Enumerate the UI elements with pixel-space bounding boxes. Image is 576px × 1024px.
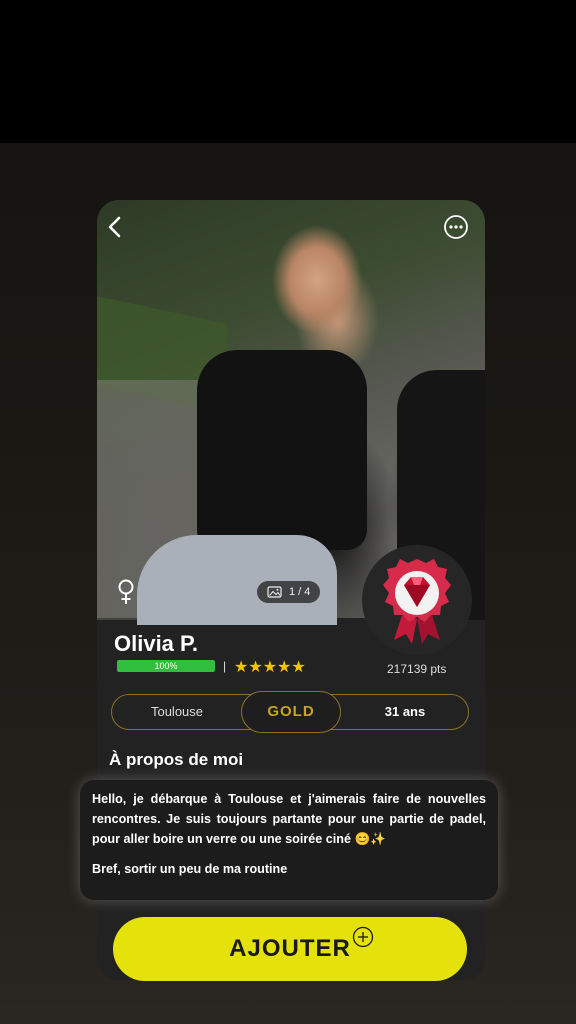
city-label: Toulouse — [150, 704, 204, 719]
progress-label: 100% — [154, 661, 178, 671]
gallery-icon — [267, 586, 282, 598]
add-button-label: AJOUTER — [229, 935, 351, 962]
about-title: À propos de moi — [109, 750, 244, 769]
profile-name: Olivia P. — [114, 631, 198, 656]
more-options-icon[interactable] — [443, 214, 469, 240]
level-badge — [362, 545, 472, 655]
female-icon — [118, 579, 134, 604]
stats-separator: | — [223, 659, 227, 673]
info-pills: Toulouse GOLD 31 ans — [111, 691, 469, 733]
back-arrow-icon[interactable] — [103, 214, 129, 240]
bio-box: Hello, je débarque à Toulouse et j'aimer… — [80, 780, 498, 900]
age-label: 31 ans — [384, 704, 426, 719]
bio-text-secondary: Bref, sortir un peu de ma routine — [92, 862, 288, 876]
photo-top — [197, 350, 367, 550]
profile-progress-bar: 100% — [117, 660, 215, 672]
plus-circle-icon — [352, 926, 374, 948]
level-label: GOLD — [241, 691, 341, 733]
ruby-medal-icon — [383, 559, 451, 644]
photo-counter-label: 1 / 4 — [289, 586, 311, 598]
photo-counter[interactable]: 1 / 4 — [257, 581, 321, 603]
points-label: 217139 pts — [387, 662, 447, 676]
add-button[interactable]: AJOUTER — [113, 917, 467, 981]
photo-leggings — [137, 535, 337, 625]
bio-text: Hello, je débarque à Toulouse et j'aimer… — [92, 792, 486, 846]
rating-stars: ★★★★★ — [234, 659, 306, 676]
